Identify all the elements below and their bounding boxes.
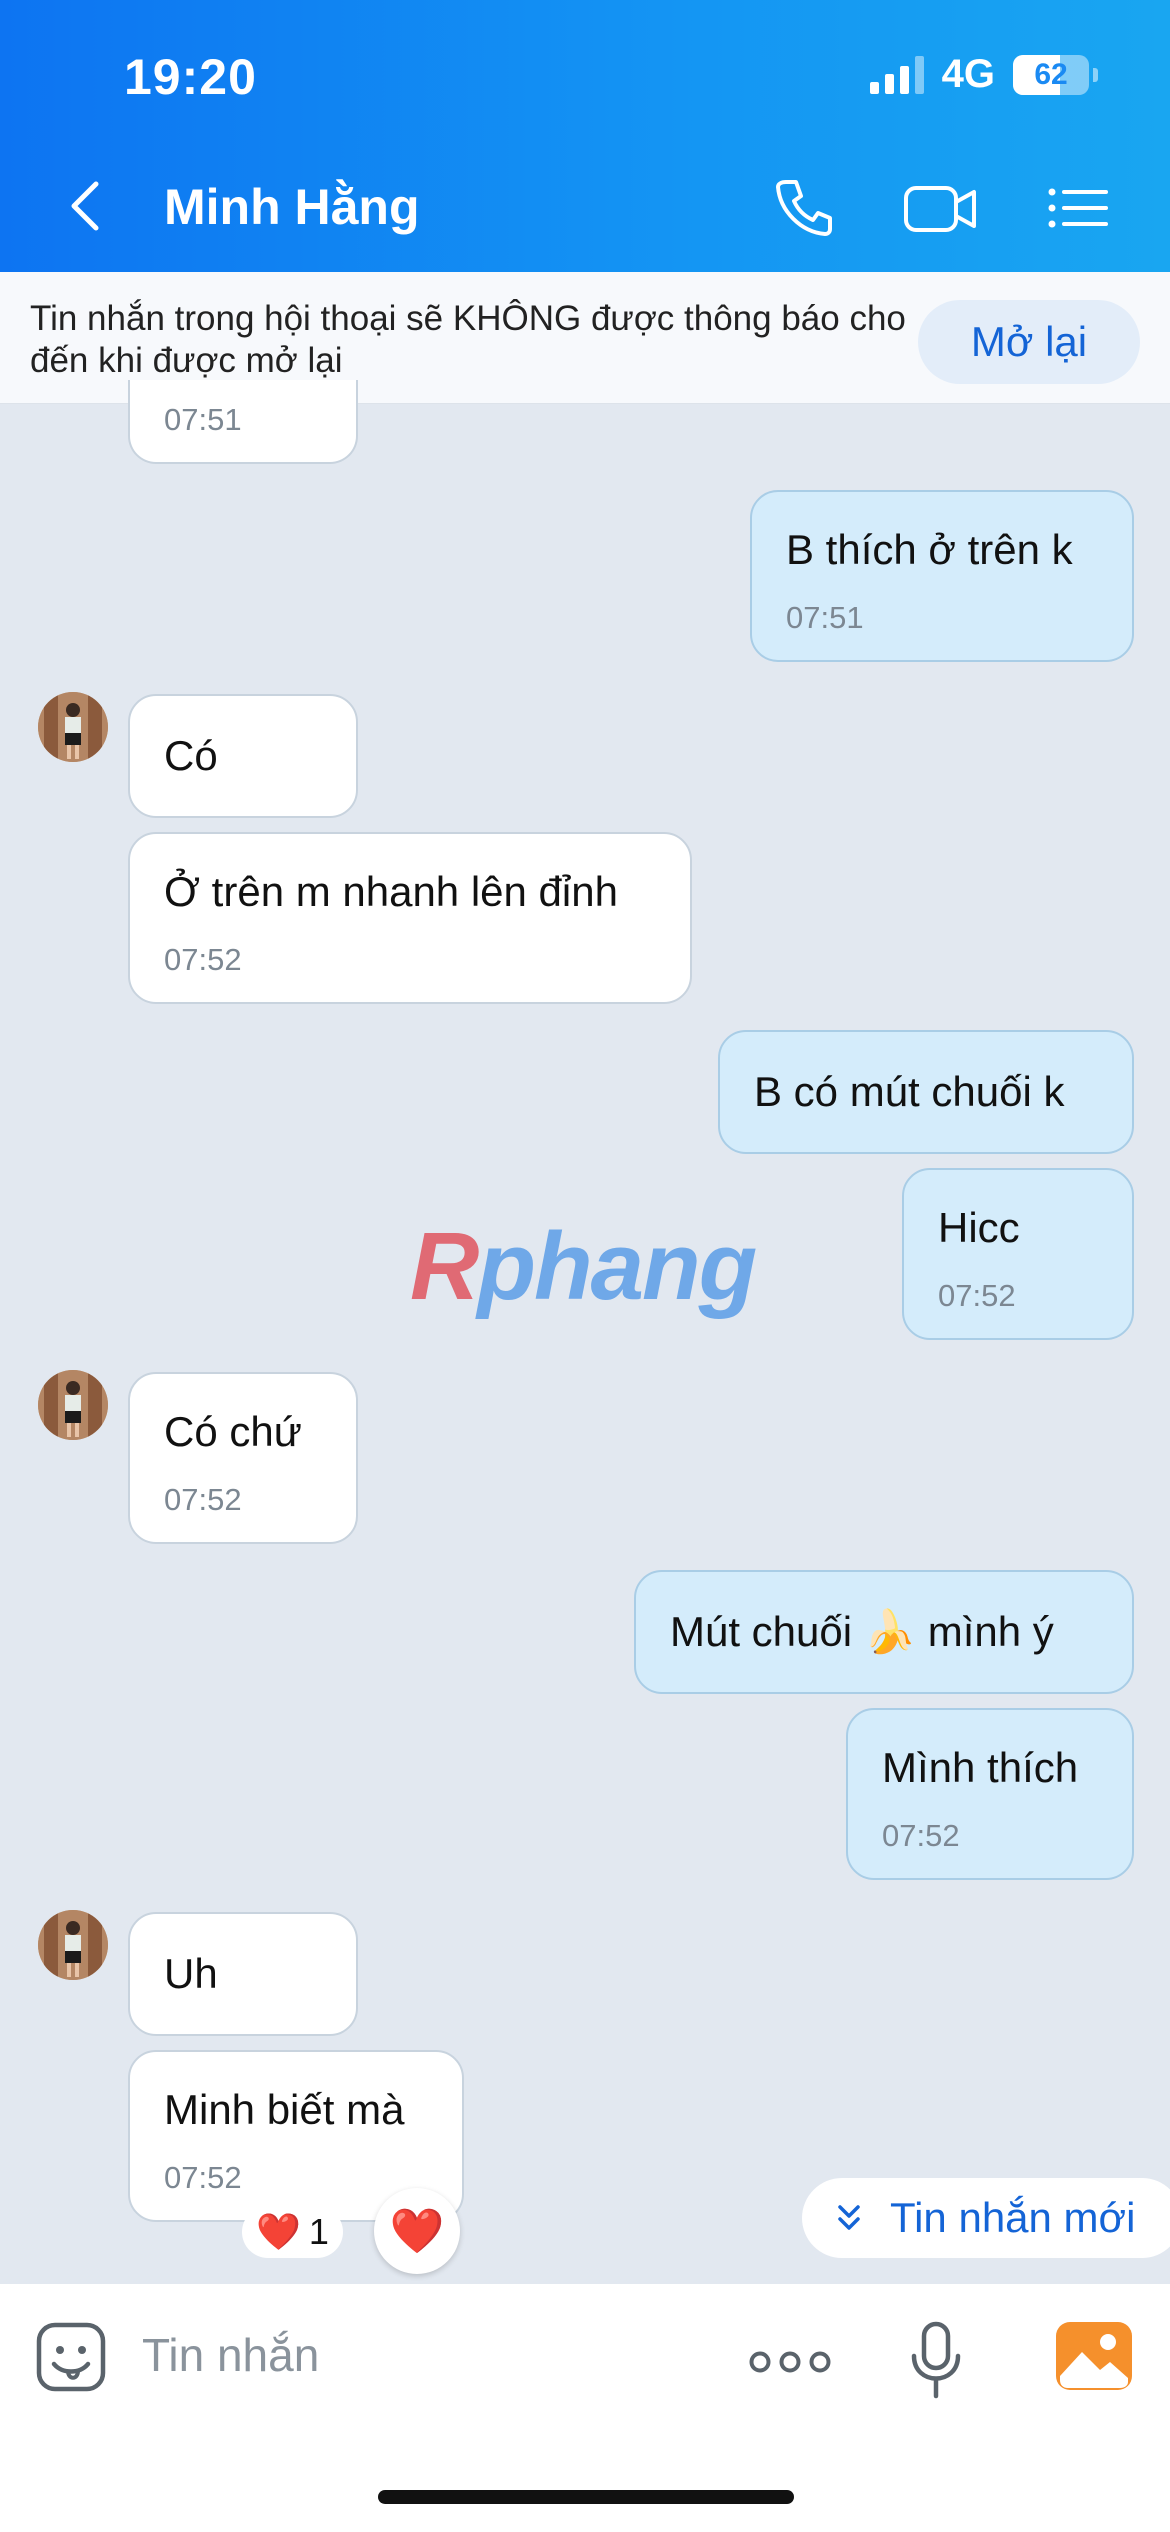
contact-name[interactable]: Minh Hằng bbox=[164, 178, 420, 236]
message-bubble[interactable]: Có chứ 07:52 bbox=[128, 1372, 358, 1544]
new-messages-label: Tin nhắn mới bbox=[890, 2194, 1136, 2241]
watermark-rest: phang bbox=[477, 1213, 757, 1320]
menu-list-icon[interactable] bbox=[1044, 172, 1110, 244]
status-time: 19:20 bbox=[124, 49, 257, 105]
heart-icon: ❤️ bbox=[256, 2211, 301, 2252]
battery-icon: 62 bbox=[1013, 54, 1089, 95]
react-heart-button[interactable]: ❤️ bbox=[374, 2188, 460, 2274]
watermark-first-letter: R bbox=[410, 1213, 479, 1320]
message-text: B có mút chuối k bbox=[754, 1068, 1065, 1115]
status-indicators: 4G 62 bbox=[869, 52, 1098, 97]
message-time: 07:52 bbox=[164, 2160, 242, 2195]
signal-icon bbox=[869, 55, 924, 94]
avatar[interactable] bbox=[38, 1370, 108, 1440]
avatar[interactable] bbox=[38, 692, 108, 762]
message-input[interactable]: Tin nhắn bbox=[142, 2328, 319, 2382]
message-text: Hicc bbox=[938, 1204, 1020, 1251]
message-text: Có bbox=[164, 732, 218, 779]
message-bubble[interactable]: B có mút chuối k bbox=[718, 1030, 1134, 1154]
chat-header: 19:20 4G 62 Minh Hằng bbox=[0, 0, 1170, 272]
message-time: 07:52 bbox=[164, 1482, 242, 1517]
message-text: Uh bbox=[164, 1950, 218, 1997]
message-bubble[interactable]: Uh bbox=[128, 1912, 358, 2036]
message-text: Có chứ bbox=[164, 1408, 302, 1455]
message-bubble[interactable]: Mút chuối 🍌 mình ý bbox=[634, 1570, 1134, 1694]
battery-level: 62 bbox=[1034, 57, 1068, 91]
watermark-logo: Rphang bbox=[410, 1212, 757, 1322]
microphone-icon[interactable] bbox=[908, 2320, 964, 2400]
mute-notice-text: Tin nhắn trong hội thoại sẽ KHÔNG được t… bbox=[30, 299, 906, 380]
message-time: 07:52 bbox=[164, 942, 242, 977]
message-bubble[interactable]: B thích ở trên k 07:51 bbox=[750, 490, 1134, 662]
message-time: 07:51 bbox=[164, 402, 242, 437]
message-bubble[interactable]: Mình thích 07:52 bbox=[846, 1708, 1134, 1880]
network-type: 4G bbox=[941, 52, 995, 96]
back-icon[interactable] bbox=[58, 176, 118, 236]
battery-tip bbox=[1093, 67, 1098, 82]
message-text: Minh biết mà bbox=[164, 2086, 405, 2133]
image-icon[interactable] bbox=[1056, 2322, 1132, 2390]
reaction-count: 1 bbox=[308, 2211, 329, 2252]
message-text: Mình thích bbox=[882, 1744, 1079, 1791]
new-messages-button[interactable]: Tin nhắn mới bbox=[802, 2178, 1170, 2258]
message-bubble[interactable]: Có bbox=[128, 694, 358, 818]
message-bubble[interactable]: 07:51 bbox=[128, 380, 358, 464]
message-time: 07:52 bbox=[882, 1818, 960, 1853]
message-time: 07:52 bbox=[938, 1278, 1016, 1313]
message-text: Mút chuối 🍌 mình ý bbox=[670, 1608, 1054, 1655]
message-bubble[interactable]: Hicc 07:52 bbox=[902, 1168, 1134, 1340]
message-time: 07:51 bbox=[786, 600, 864, 635]
home-indicator bbox=[378, 2490, 794, 2504]
chevron-double-down-icon bbox=[838, 2205, 860, 2230]
more-dots-icon[interactable] bbox=[748, 2350, 832, 2374]
message-text: Ở trên m nhanh lên đỉnh bbox=[164, 868, 618, 915]
avatar[interactable] bbox=[38, 1910, 108, 1980]
video-call-icon[interactable] bbox=[900, 172, 980, 244]
reopen-notifications-button[interactable]: Mở lại bbox=[918, 300, 1140, 384]
phone-icon[interactable] bbox=[768, 172, 840, 244]
message-text: B thích ở trên k bbox=[786, 526, 1073, 573]
reaction-summary[interactable]: ❤️ 1 bbox=[242, 2206, 343, 2258]
message-bubble[interactable]: Ở trên m nhanh lên đỉnh 07:52 bbox=[128, 832, 692, 1004]
sticker-icon[interactable] bbox=[34, 2320, 108, 2394]
heart-icon: ❤️ bbox=[389, 2207, 445, 2256]
